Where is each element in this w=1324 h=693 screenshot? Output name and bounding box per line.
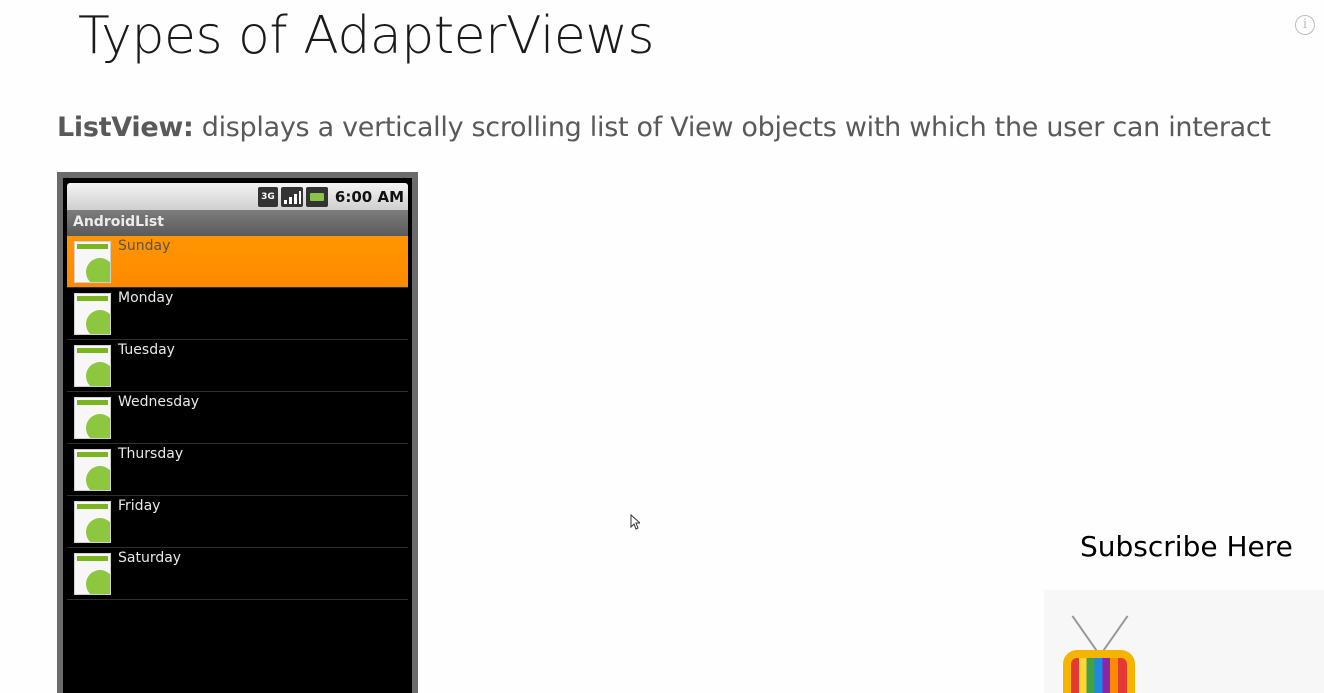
android-icon bbox=[74, 501, 111, 543]
slide-title: Types of AdapterViews bbox=[78, 6, 655, 66]
description-term: ListView: bbox=[57, 112, 194, 143]
android-icon bbox=[74, 241, 111, 283]
list-item[interactable]: Monday bbox=[67, 288, 408, 340]
android-icon bbox=[74, 397, 111, 439]
android-icon bbox=[74, 345, 111, 387]
battery-icon bbox=[305, 187, 328, 207]
list-item[interactable]: Wednesday bbox=[67, 392, 408, 444]
phone-screen: 3G 6:00 AM AndroidList Sunday Monday Tue… bbox=[63, 178, 412, 693]
list-item-label: Thursday bbox=[118, 446, 184, 462]
list-item[interactable]: Tuesday bbox=[67, 340, 408, 392]
android-icon bbox=[74, 293, 111, 335]
listview-description: ListView: displays a vertically scrollin… bbox=[57, 112, 1271, 143]
status-icons: 3G 6:00 AM bbox=[257, 186, 404, 208]
list-item-label: Sunday bbox=[118, 238, 171, 254]
list-item[interactable]: Thursday bbox=[67, 444, 408, 496]
description-text: displays a vertically scrolling list of … bbox=[193, 112, 1271, 143]
3g-icon: 3G bbox=[257, 187, 278, 207]
phone-frame: 3G 6:00 AM AndroidList Sunday Monday Tue… bbox=[57, 172, 418, 693]
list-item-label: Tuesday bbox=[118, 342, 175, 358]
signal-icon bbox=[280, 187, 303, 207]
app-title: AndroidList bbox=[73, 214, 164, 230]
tv-antenna-icon bbox=[1071, 615, 1099, 653]
status-clock: 6:00 AM bbox=[334, 188, 404, 206]
list-item[interactable]: Sunday bbox=[67, 236, 408, 288]
list-item[interactable]: Friday bbox=[67, 496, 408, 548]
listview[interactable]: Sunday Monday Tuesday Wednesday Thursday bbox=[67, 236, 408, 600]
status-bar: 3G 6:00 AM bbox=[67, 183, 408, 210]
list-item[interactable]: Saturday bbox=[67, 548, 408, 600]
subscribe-label[interactable]: Subscribe Here bbox=[1080, 530, 1293, 563]
info-icon[interactable]: i bbox=[1295, 15, 1315, 35]
android-icon bbox=[74, 449, 111, 491]
list-item-label: Wednesday bbox=[118, 394, 200, 410]
list-item-label: Monday bbox=[118, 290, 174, 306]
list-item-label: Friday bbox=[118, 498, 161, 514]
slide: Types of AdapterViews i ListView: displa… bbox=[0, 0, 1324, 693]
tv-icon bbox=[1063, 650, 1135, 693]
list-item-label: Saturday bbox=[118, 550, 182, 566]
android-icon bbox=[74, 553, 111, 595]
channel-logo[interactable] bbox=[1044, 590, 1324, 693]
app-title-bar: AndroidList bbox=[67, 210, 408, 236]
tv-antenna-icon bbox=[1101, 615, 1129, 653]
mouse-cursor-icon bbox=[630, 514, 640, 530]
